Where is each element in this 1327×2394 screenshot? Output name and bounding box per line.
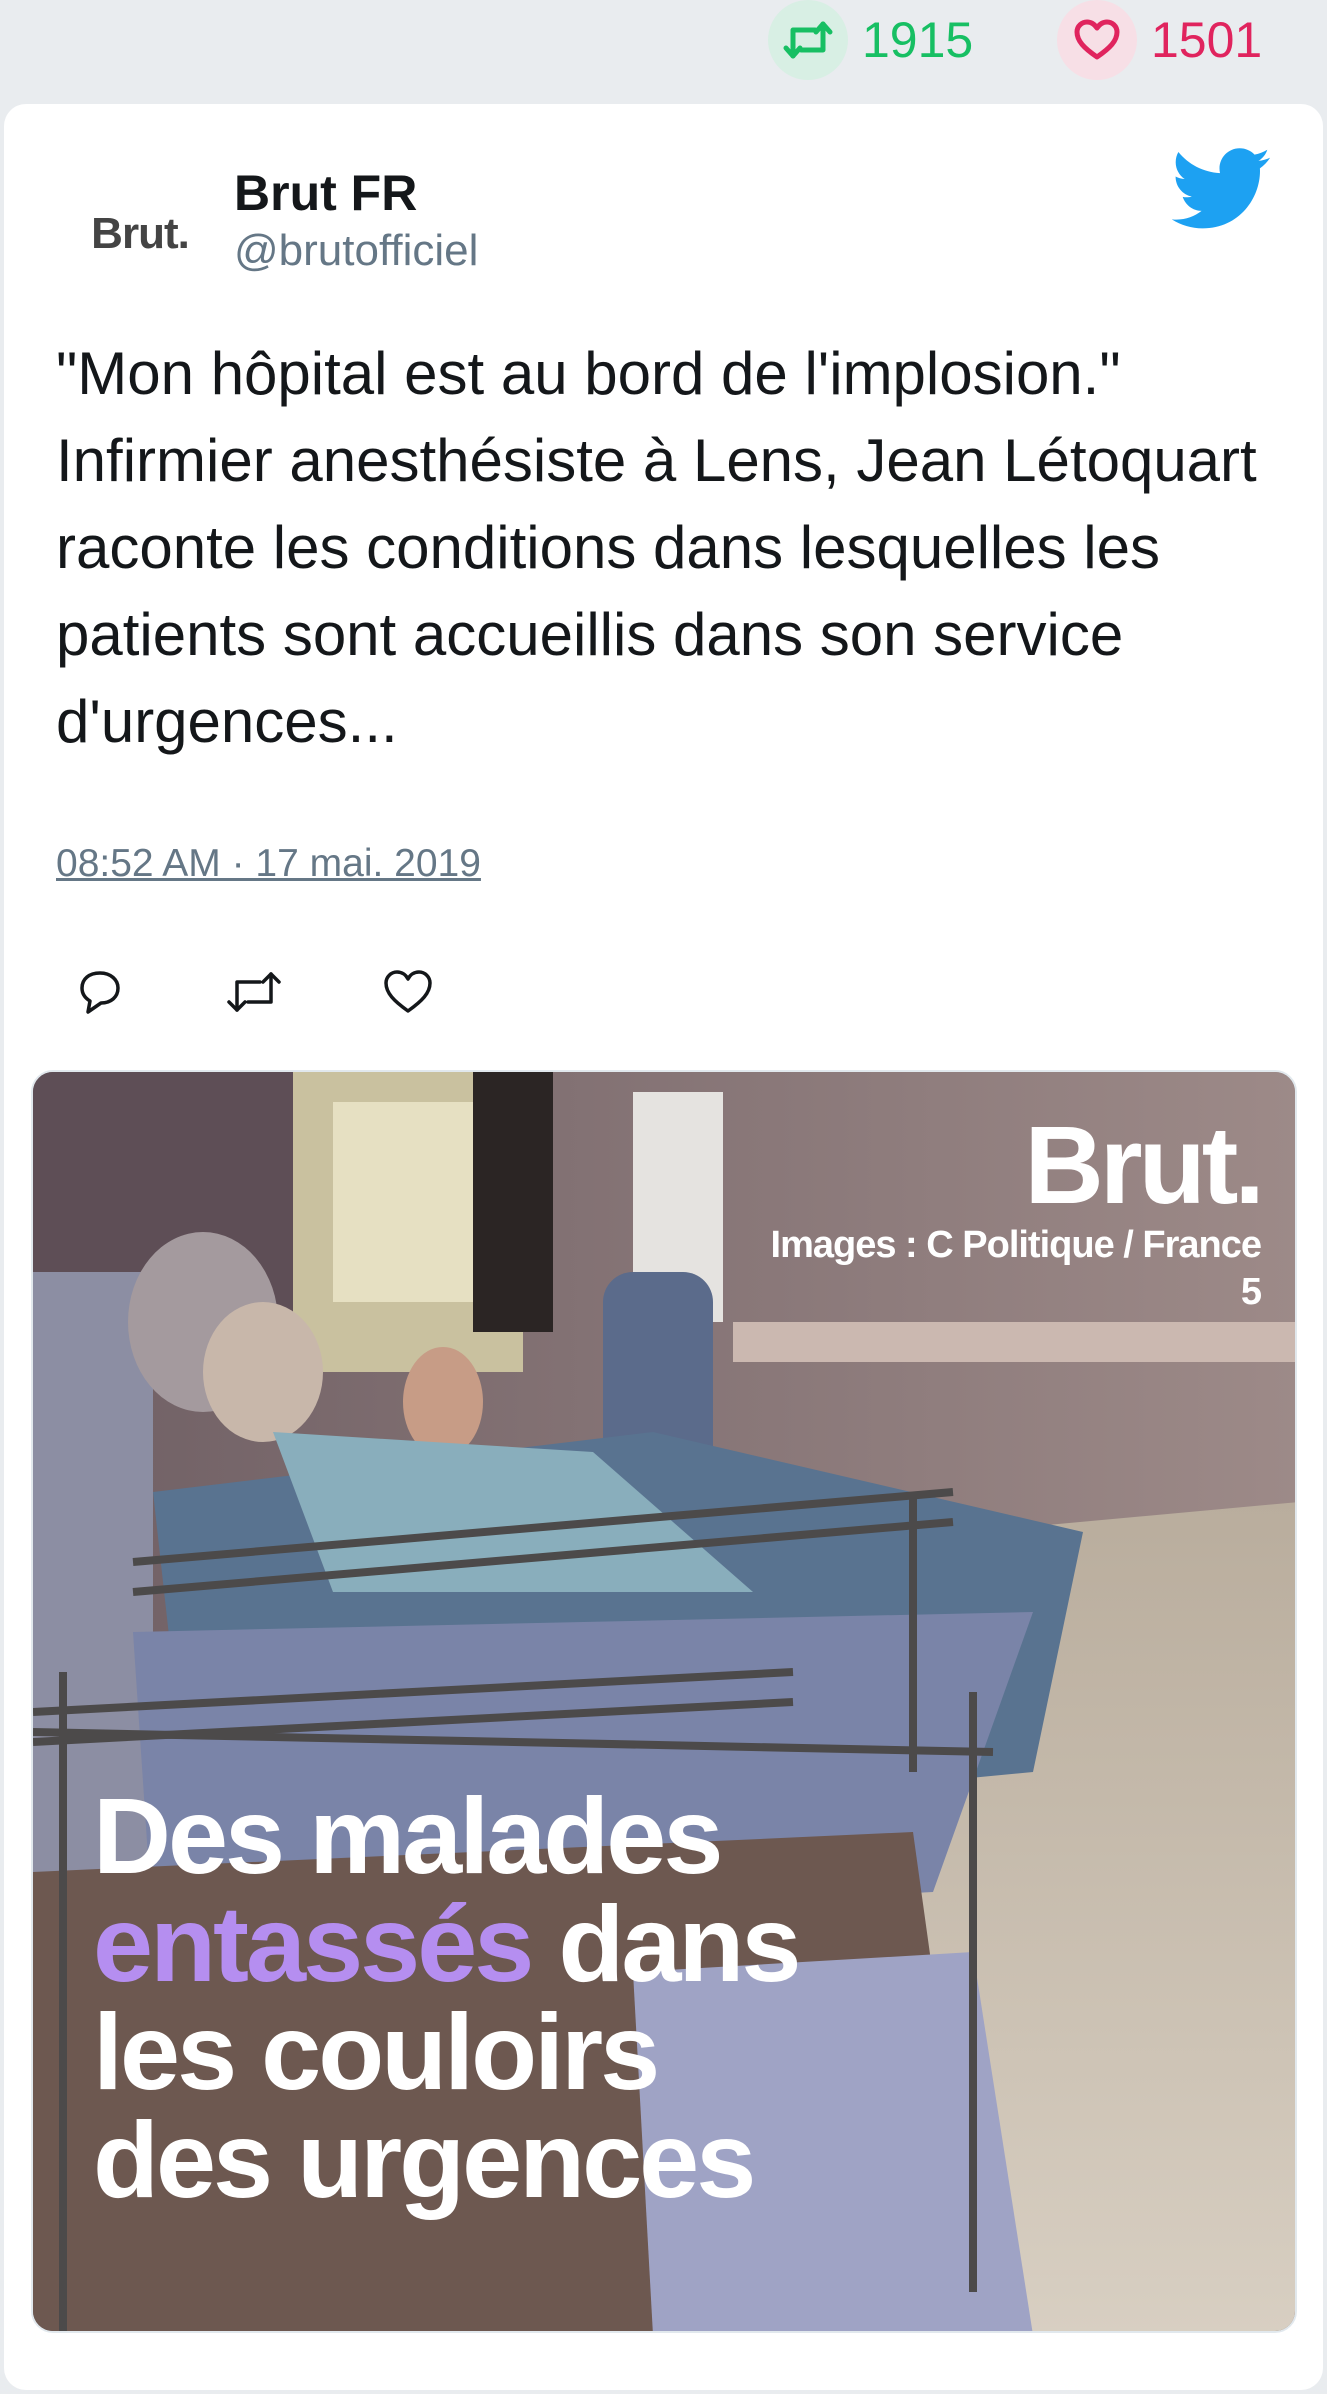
like-button[interactable] [368, 952, 448, 1032]
caption-line-1: Des malades [93, 1775, 723, 1896]
reply-icon [80, 971, 120, 1014]
caption-line-3: les couloirs [93, 1991, 660, 2112]
like-count[interactable]: 1501 [1057, 0, 1262, 80]
retweet-button[interactable] [214, 952, 294, 1032]
retweet-count[interactable]: 1915 [768, 0, 973, 80]
tweet-card: Brut. Brut FR @brutofficiel "Mon hôpital… [4, 104, 1323, 2390]
brut-watermark: Brut. [1024, 1104, 1265, 1227]
like-count-value: 1501 [1151, 12, 1263, 68]
retweet-icon [768, 0, 848, 80]
tweet-media[interactable]: Brut. Images : C Politique / France 5 De… [31, 1070, 1297, 2333]
author-name[interactable]: Brut FR [234, 164, 417, 222]
video-caption: Des malades entassés dans les couloirs d… [93, 1782, 993, 2214]
reply-button[interactable] [60, 952, 140, 1032]
caption-highlight: entassés [93, 1883, 534, 2004]
heart-icon [1057, 0, 1137, 80]
avatar-logo-text: Brut. [91, 209, 190, 258]
tweet-text: "Mon hôpital est au bord de l'implosion.… [56, 340, 1257, 755]
twitter-bird-icon[interactable] [1172, 148, 1272, 230]
caption-line-4: des urgences [93, 2099, 756, 2220]
like-icon [384, 970, 432, 1013]
caption-line-2-rest: dans [558, 1883, 801, 2004]
retweet-icon [227, 972, 281, 1012]
avatar[interactable]: Brut. [60, 174, 220, 294]
tweet-timestamp[interactable]: 08:52 AM · 17 mai. 2019 [56, 842, 481, 886]
tweet-stats: 1915 1501 [0, 0, 1327, 100]
retweet-count-value: 1915 [862, 12, 974, 68]
author-handle[interactable]: @brutofficiel [234, 226, 478, 276]
image-credit: Images : C Politique / France 5 [770, 1224, 1262, 1313]
